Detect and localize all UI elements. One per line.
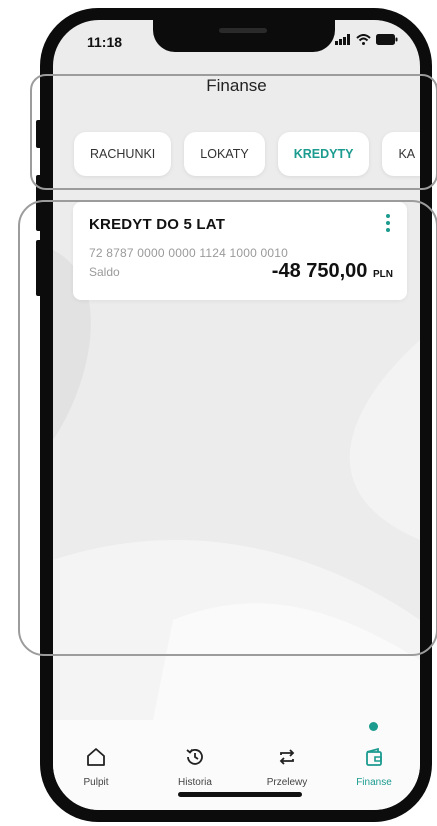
active-indicator-dot xyxy=(369,722,378,731)
nav-label-historia: Historia xyxy=(178,777,212,788)
nav-label-finanse: Finanse xyxy=(356,777,392,788)
nav-finanse[interactable]: Finanse xyxy=(339,746,409,788)
phone-side-button xyxy=(36,240,42,296)
nav-pulpit[interactable]: Pulpit xyxy=(61,746,131,788)
balance-amount: -48 750,00 PLN xyxy=(272,260,393,283)
page-title: Finanse xyxy=(206,76,267,95)
notch-speaker xyxy=(219,28,267,33)
home-icon xyxy=(87,748,105,766)
more-vertical-icon[interactable] xyxy=(383,214,393,238)
tab-lokaty[interactable]: LOKATY xyxy=(184,132,265,176)
finance-tabs: RACHUNKI LOKATY KREDYTY KA xyxy=(74,132,420,176)
home-indicator[interactable] xyxy=(178,792,302,797)
balance-value: -48 750,00 xyxy=(271,260,368,282)
nav-label-przelewy: Przelewy xyxy=(266,777,308,788)
signal-icon xyxy=(335,34,350,45)
balance-label: Saldo xyxy=(89,265,120,279)
status-time: 11:18 xyxy=(87,34,123,50)
tab-kredyty[interactable]: KREDYTY xyxy=(277,132,370,176)
transfer-arrows-icon xyxy=(279,749,295,765)
app-screen: 11:18 Finanse RACHUNKI LOKATY KREDYTY KA… xyxy=(53,20,420,810)
notch xyxy=(153,20,335,52)
history-icon xyxy=(186,748,203,765)
phone-side-button xyxy=(36,120,42,148)
tab-rachunki[interactable]: RACHUNKI xyxy=(74,132,172,176)
nav-historia[interactable]: Historia xyxy=(160,746,230,788)
nav-label-pulpit: Pulpit xyxy=(83,777,109,788)
wallet-icon xyxy=(366,747,382,766)
wifi-icon xyxy=(356,34,371,45)
balance-currency: PLN xyxy=(373,269,393,280)
loan-card[interactable]: KREDYT DO 5 LAT 72 8787 0000 0000 1124 1… xyxy=(73,202,407,300)
nav-przelewy[interactable]: Przelewy xyxy=(252,746,322,788)
status-icons xyxy=(335,34,398,45)
phone-side-button xyxy=(36,175,42,231)
tab-ka[interactable]: KA xyxy=(382,132,420,176)
loan-title: KREDYT DO 5 LAT xyxy=(89,216,226,233)
battery-icon xyxy=(376,34,398,45)
account-number: 72 8787 0000 0000 1124 1000 0010 xyxy=(89,246,289,260)
